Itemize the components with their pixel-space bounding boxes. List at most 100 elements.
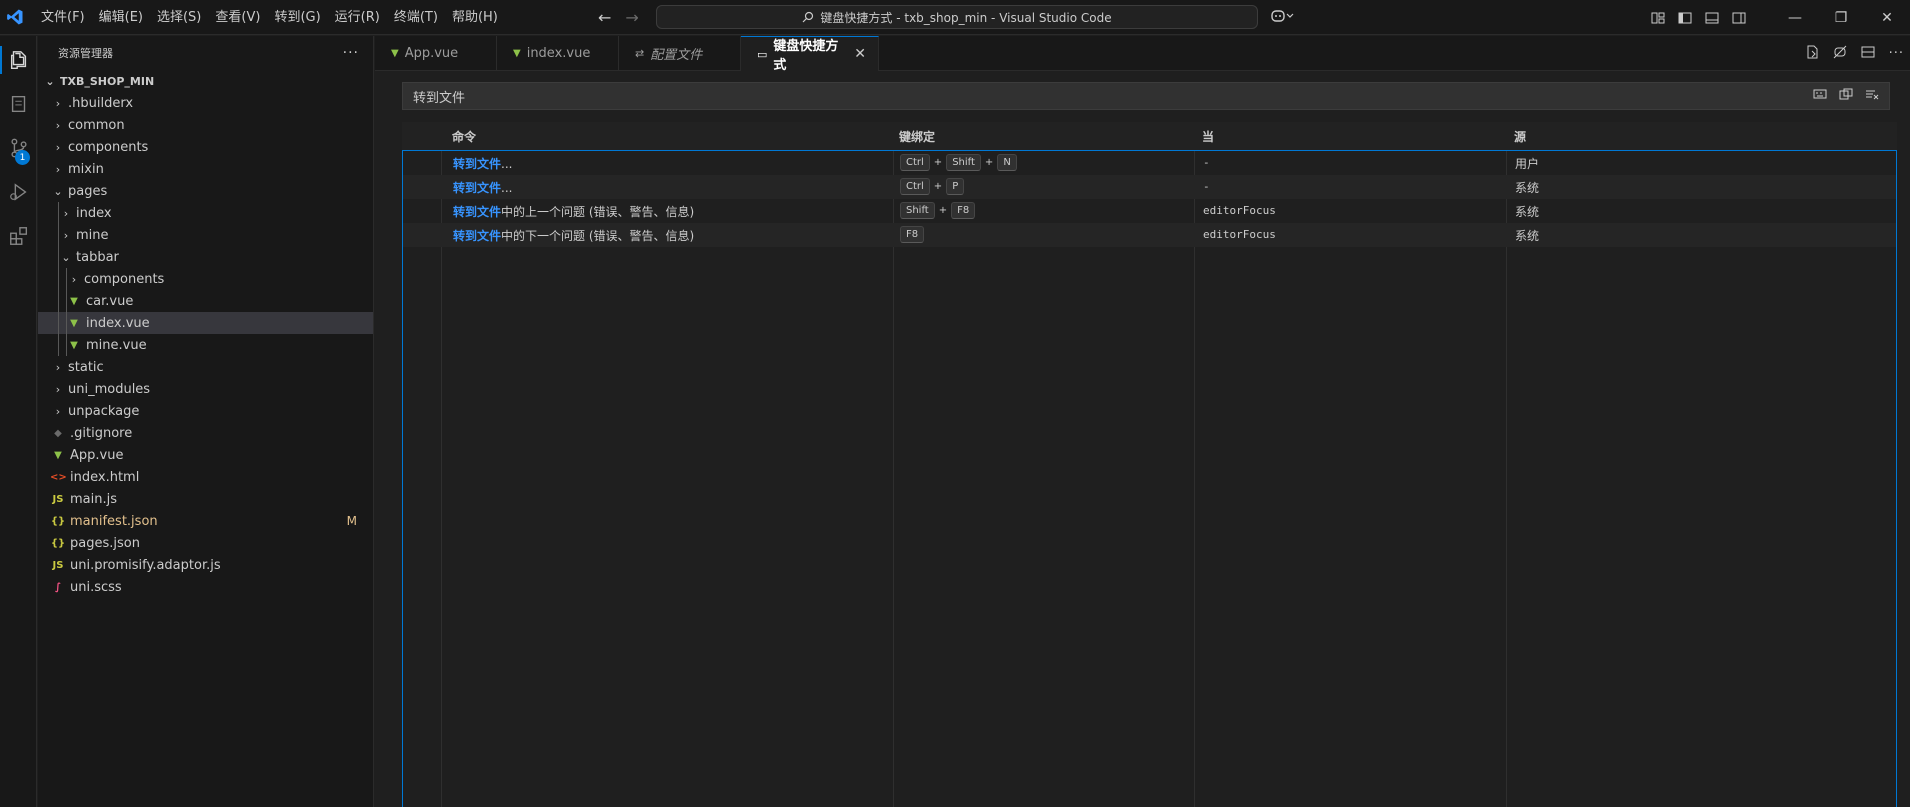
forward-arrow-icon[interactable]: → xyxy=(625,8,638,27)
folder-item[interactable]: › .hbuilderx xyxy=(38,92,373,114)
column-header-keybinding[interactable]: 键绑定 xyxy=(899,128,935,145)
editor-tab[interactable]: ▭ 键盘快捷方式 ✕ xyxy=(741,36,879,73)
chevron-right-icon: › xyxy=(55,96,61,110)
file-item[interactable]: ∫ uni.scss xyxy=(38,576,373,598)
tree-item-label: App.vue xyxy=(70,447,124,463)
menu-item[interactable]: 转到(G) xyxy=(267,0,327,35)
table-row[interactable]: 转到文件中的上一个问题 (错误、警告、信息) Shift + F8 editorFocu… xyxy=(403,199,1896,223)
folder-item[interactable]: › components xyxy=(38,136,373,158)
tree-item-label: uni.promisify.adaptor.js xyxy=(70,557,221,573)
file-item[interactable]: ▼ mine.vue xyxy=(38,334,373,356)
folder-item[interactable]: › components xyxy=(38,268,373,290)
chevron-right-icon: › xyxy=(55,118,61,132)
table-header: 命令 键绑定 当 源 xyxy=(402,122,1897,150)
keybindings-search-input[interactable] xyxy=(413,88,1713,104)
column-header-when[interactable]: 当 xyxy=(1202,128,1214,145)
editor-tab[interactable]: ▼ App.vue xyxy=(375,36,497,71)
close-window-icon[interactable]: ✕ xyxy=(1864,0,1910,35)
run-debug-icon[interactable] xyxy=(0,170,37,214)
menu-item[interactable]: 终端(T) xyxy=(387,0,445,35)
table-row[interactable]: 转到文件... Ctrl + Shift + N - 用户 xyxy=(403,151,1896,175)
minimize-icon[interactable]: — xyxy=(1772,0,1818,35)
menu-item[interactable]: 运行(R) xyxy=(328,0,387,35)
more-editor-actions-icon[interactable]: ··· xyxy=(1889,46,1904,61)
toggle-copilot-icon[interactable] xyxy=(1833,45,1847,63)
command-cell: 转到文件... xyxy=(453,155,512,172)
restore-icon[interactable]: ❐ xyxy=(1818,0,1864,35)
customize-layout-icon[interactable] xyxy=(1644,0,1671,35)
folder-item[interactable]: › common xyxy=(38,114,373,136)
command-center[interactable]: 键盘快捷方式 - txb_shop_min - Visual Studio Co… xyxy=(656,5,1258,29)
folder-item[interactable]: › index xyxy=(38,202,373,224)
folder-item[interactable]: ⌄ tabbar xyxy=(38,246,373,268)
scss-file-icon: ∫ xyxy=(54,581,62,593)
extensions-icon[interactable] xyxy=(0,214,37,258)
toggle-secondary-sidebar-icon[interactable] xyxy=(1725,0,1752,35)
toggle-panel-icon[interactable] xyxy=(1698,0,1725,35)
menu-item[interactable]: 帮助(H) xyxy=(445,0,505,35)
chevron-down-icon: ⌄ xyxy=(61,250,71,264)
tree-item-label: .hbuilderx xyxy=(68,95,134,111)
clear-search-icon[interactable] xyxy=(1865,88,1879,103)
vscode-logo-icon[interactable] xyxy=(6,8,24,26)
sort-by-precedence-icon[interactable] xyxy=(1839,88,1853,103)
column-header-source[interactable]: 源 xyxy=(1514,128,1526,145)
menu-item[interactable]: 选择(S) xyxy=(150,0,208,35)
column-header-command[interactable]: 命令 xyxy=(452,128,476,145)
key-cap: N xyxy=(997,154,1017,171)
folder-item[interactable]: › unpackage xyxy=(38,400,373,422)
editor-area: ▼ App.vue ▼ index.vue ⇄ 配置文件 ▭ 键盘快捷方式 ✕ ··· xyxy=(375,36,1910,807)
file-item[interactable]: ▼ App.vue xyxy=(38,444,373,466)
title-bar-right: — ❐ ✕ xyxy=(1644,0,1910,35)
folder-item[interactable]: › mine xyxy=(38,224,373,246)
js-file-icon: JS xyxy=(52,559,64,571)
folder-item[interactable]: › static xyxy=(38,356,373,378)
menu-item[interactable]: 编辑(E) xyxy=(92,0,150,35)
menu-item[interactable]: 查看(V) xyxy=(208,0,267,35)
folder-item[interactable]: ⌄ pages xyxy=(38,180,373,202)
tree-item-label: common xyxy=(68,117,125,133)
split-editor-icon[interactable] xyxy=(1861,45,1875,63)
file-item[interactable]: JS main.js xyxy=(38,488,373,510)
key-cap: Ctrl xyxy=(900,154,930,171)
menu-item[interactable]: 文件(F) xyxy=(34,0,92,35)
tree-item-label: index.vue xyxy=(86,315,150,331)
activity-bar: 1 xyxy=(0,36,37,807)
workspace-root[interactable]: ⌄ TXB_SHOP_MIN xyxy=(38,70,373,92)
file-item[interactable]: <> index.html xyxy=(38,466,373,488)
source-control-icon[interactable]: 1 xyxy=(0,126,37,170)
editor-tab[interactable]: ⇄ 配置文件 xyxy=(619,36,741,71)
editor-tabs: ▼ App.vue ▼ index.vue ⇄ 配置文件 ▭ 键盘快捷方式 ✕ ··· xyxy=(375,36,1910,73)
tree-item-label: uni.scss xyxy=(70,579,122,595)
folder-item[interactable]: › mixin xyxy=(38,158,373,180)
tree-item-label: tabbar xyxy=(76,249,119,265)
tree-item-label: .gitignore xyxy=(70,425,133,441)
vue-icon: ▼ xyxy=(391,48,399,59)
editor-tab[interactable]: ▼ index.vue xyxy=(497,36,619,71)
copilot-icon[interactable] xyxy=(1270,8,1296,28)
tree-item-label: components xyxy=(84,271,165,287)
close-tab-icon[interactable]: ✕ xyxy=(854,46,866,62)
command-cell: 转到文件中的下一个问题 (错误、警告、信息) xyxy=(453,227,694,244)
file-item[interactable]: ◆ .gitignore xyxy=(38,422,373,444)
file-item[interactable]: {} manifest.json M xyxy=(38,510,373,532)
title-bar: 文件(F) 编辑(E) 选择(S) 查看(V) 转到(G) 运行(R) 终端(T) 帮助(H)… xyxy=(0,0,1910,35)
file-item[interactable]: {} pages.json xyxy=(38,532,373,554)
table-row[interactable]: 转到文件... Ctrl + P - 系统 xyxy=(403,175,1896,199)
tab-label: App.vue xyxy=(404,46,459,61)
record-keys-icon[interactable] xyxy=(1813,88,1827,103)
when-cell: - xyxy=(1203,156,1210,169)
table-row[interactable]: 转到文件中的下一个问题 (错误、警告、信息) F8 editorFocus 系统 xyxy=(403,223,1896,247)
tab-label: 键盘快捷方式 xyxy=(773,39,839,73)
more-actions-icon[interactable]: ··· xyxy=(343,45,359,61)
file-item[interactable]: ▼ car.vue xyxy=(38,290,373,312)
toggle-primary-sidebar-icon[interactable] xyxy=(1671,0,1698,35)
copy-file-icon[interactable] xyxy=(0,82,37,126)
folder-item[interactable]: › uni_modules xyxy=(38,378,373,400)
file-item[interactable]: ▼ index.vue xyxy=(38,312,373,334)
back-arrow-icon[interactable]: ← xyxy=(598,8,611,27)
file-item[interactable]: JS uni.promisify.adaptor.js xyxy=(38,554,373,576)
tree-item-label: index xyxy=(76,205,112,221)
open-keybindings-json-icon[interactable] xyxy=(1805,45,1819,63)
explorer-icon[interactable] xyxy=(0,38,37,82)
